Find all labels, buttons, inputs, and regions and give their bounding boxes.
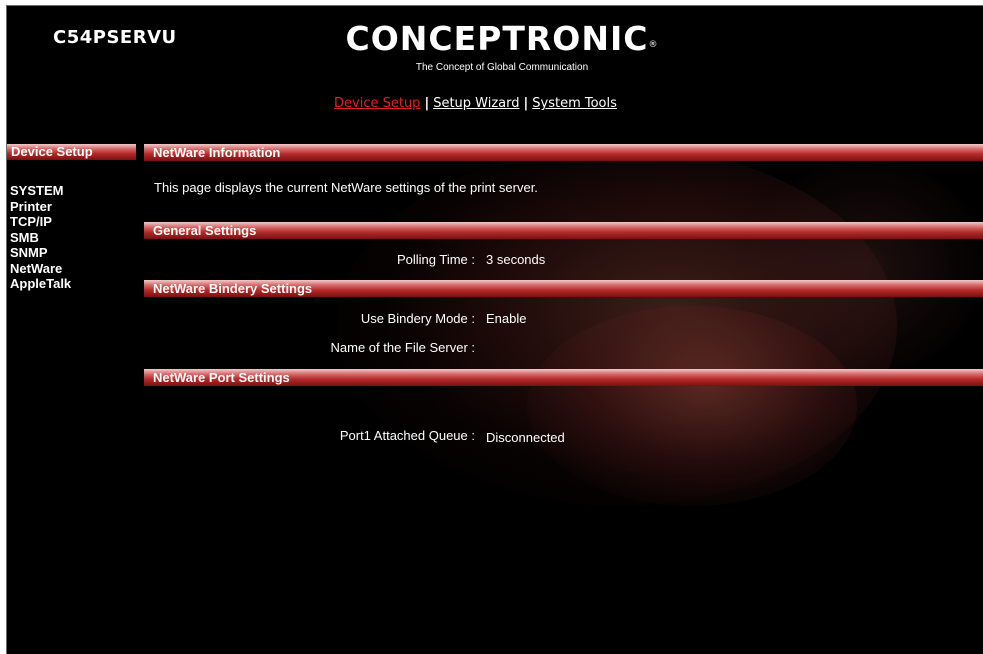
top-navigation: Device Setup | Setup Wizard | System Tools (334, 96, 617, 111)
sidebar-item-smb[interactable]: SMB (10, 230, 71, 246)
file-server-label: Name of the File Server : (330, 340, 476, 355)
brand-logo: CONCEPTRONIC® (337, 20, 667, 58)
sidebar-item-snmp[interactable]: SNMP (10, 245, 71, 261)
bindery-mode-label: Use Bindery Mode : (360, 311, 475, 326)
sidebar-item-netware[interactable]: NetWare (10, 261, 71, 277)
polling-time-value: 3 seconds (486, 252, 546, 267)
nav-system-tools[interactable]: System Tools (532, 96, 617, 111)
background-photo (337, 146, 897, 506)
polling-time-label: Polling Time : (396, 252, 475, 267)
device-model: C54PSERVU (53, 27, 177, 48)
section-general-settings: General Settings (144, 222, 983, 239)
section-port-settings: NetWare Port Settings (144, 369, 983, 386)
nav-setup-wizard[interactable]: Setup Wizard (433, 96, 519, 111)
port1-queue-label: Port1 Attached Queue : (339, 428, 475, 443)
background-photo-highlight (527, 306, 857, 506)
section-netware-information: NetWare Information (144, 144, 983, 161)
sidebar-item-tcpip[interactable]: TCP/IP (10, 214, 71, 230)
background-photo-shadow (747, 156, 983, 376)
sidebar-menu: SYSTEM Printer TCP/IP SMB SNMP NetWare A… (10, 183, 71, 292)
sidebar-item-printer[interactable]: Printer (10, 199, 71, 215)
page-description: This page displays the current NetWare s… (154, 180, 538, 195)
sidebar-title: Device Setup (7, 144, 136, 160)
nav-device-setup[interactable]: Device Setup (334, 96, 420, 111)
bindery-mode-value: Enable (486, 311, 527, 326)
sidebar-item-system[interactable]: SYSTEM (10, 183, 71, 199)
brand-tagline: The Concept of Global Communication (415, 62, 589, 73)
registered-mark: ® (648, 40, 659, 50)
sidebar-item-appletalk[interactable]: AppleTalk (10, 276, 71, 292)
nav-separator: | (424, 96, 430, 111)
port1-queue-value: Disconnected (486, 430, 565, 445)
section-bindery-settings: NetWare Bindery Settings (144, 280, 983, 297)
brand-logo-text: CONCEPTRONIC (345, 19, 649, 58)
app-frame: C54PSERVU CONCEPTRONIC® The Concept of G… (6, 5, 983, 654)
nav-separator: | (523, 96, 529, 111)
